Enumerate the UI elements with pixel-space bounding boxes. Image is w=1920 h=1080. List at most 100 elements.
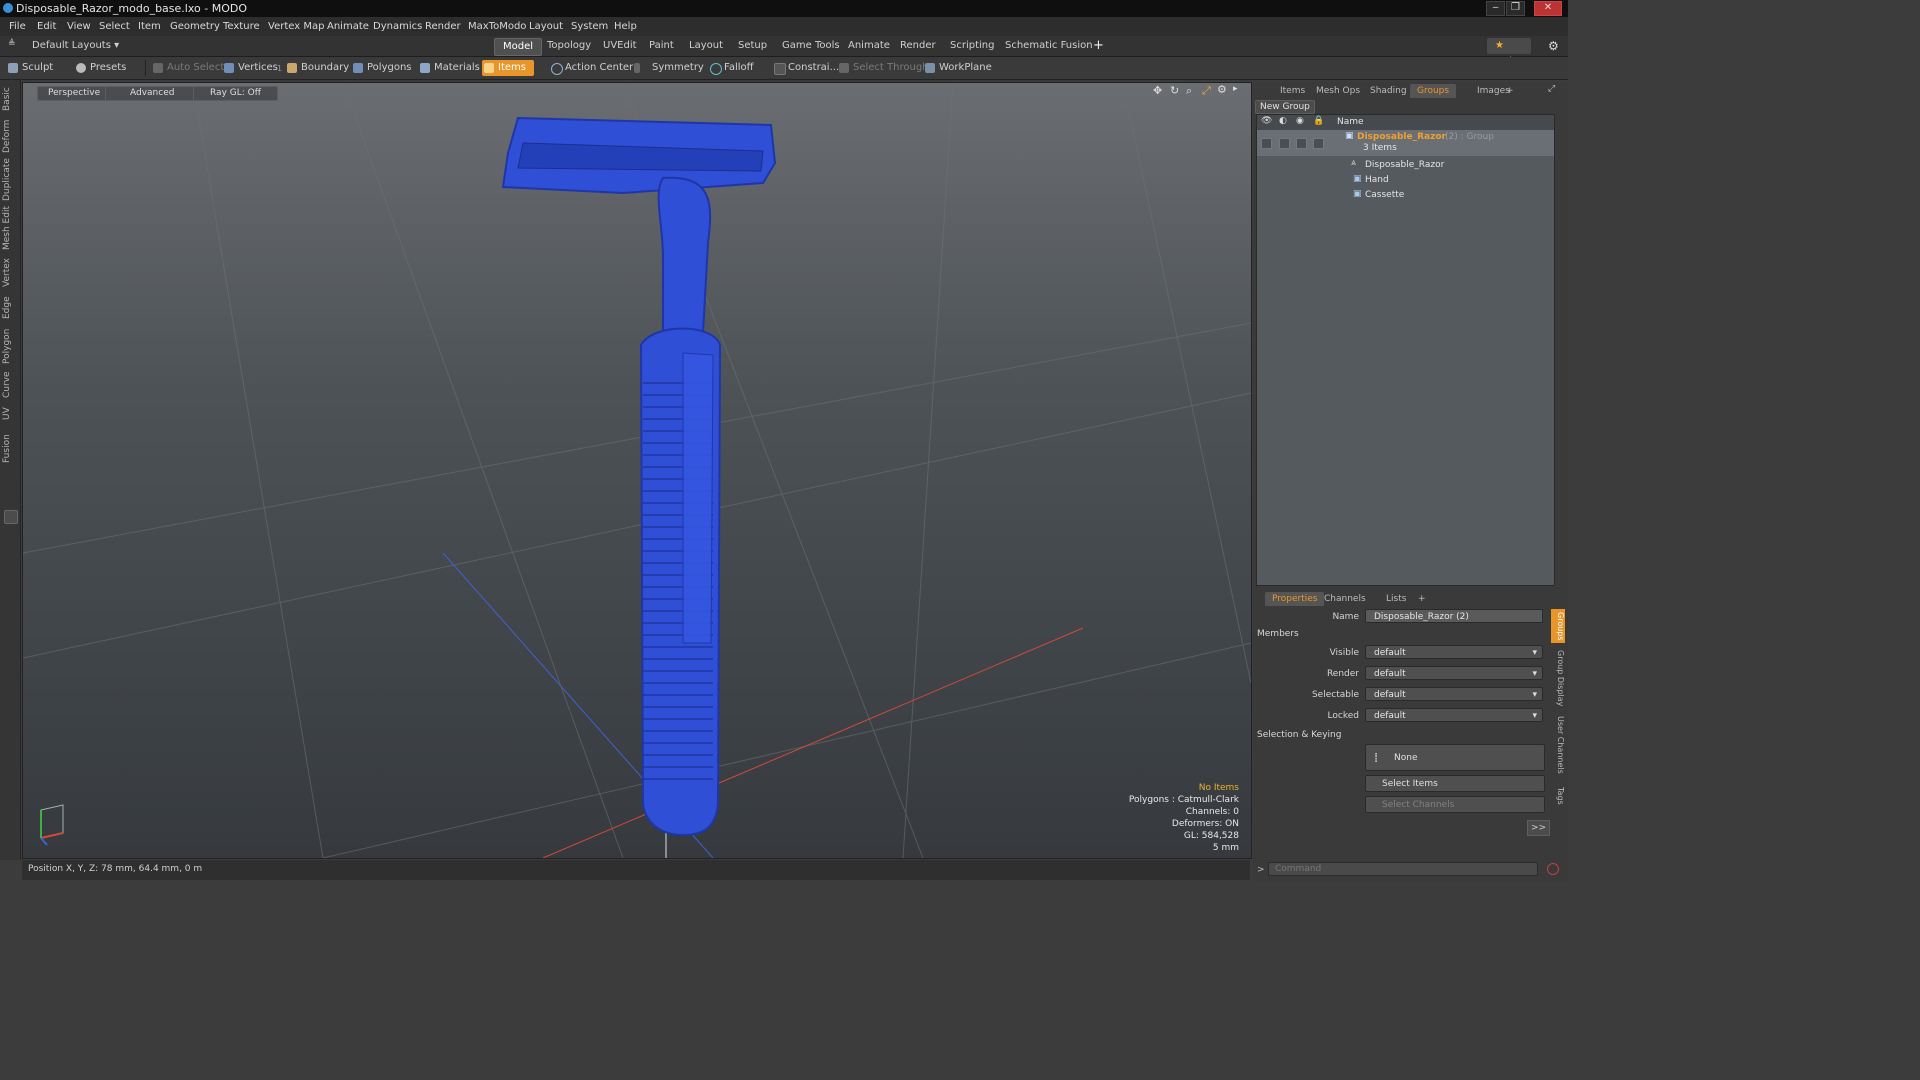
menu-geometry[interactable]: Geometry	[170, 21, 220, 32]
side-tab-user-channels[interactable]: User Channels	[1551, 714, 1565, 776]
pan-icon[interactable]: ✥	[1153, 84, 1162, 97]
menu-render[interactable]: Render	[425, 21, 461, 32]
only-button[interactable]: ★ Only	[1487, 38, 1531, 67]
presets-button[interactable]: Presets	[74, 60, 126, 76]
list-item[interactable]: ⩓ Disposable_Razor	[1257, 158, 1554, 173]
maximize-button[interactable]: ❐	[1506, 1, 1525, 16]
raygl-button[interactable]: Ray GL: Off	[193, 86, 278, 101]
layout-collapse-icon[interactable]: ≜	[8, 39, 16, 49]
falloff-button[interactable]: Falloff	[708, 60, 754, 76]
tab-layout[interactable]: Layout	[681, 38, 731, 54]
tab-paint[interactable]: Paint	[641, 38, 682, 54]
members-section[interactable]: Members	[1257, 629, 1299, 639]
advanced-button[interactable]: Advanced	[105, 86, 200, 101]
auto-select-button[interactable]: Auto Select	[151, 60, 224, 76]
left-tab-edge[interactable]: Edge	[2, 294, 18, 322]
list-item[interactable]: ▣ Hand	[1257, 173, 1554, 188]
command-input[interactable]	[1268, 862, 1538, 876]
razor-mesh[interactable]	[501, 116, 777, 837]
add-panel-tab[interactable]: +	[1499, 84, 1521, 98]
tab-game-tools[interactable]: Game Tools	[774, 38, 848, 54]
group-render-toggle[interactable]	[1279, 138, 1290, 149]
render-dropdown[interactable]: default ▾	[1365, 666, 1543, 680]
selection-keying-section[interactable]: Selection & Keying	[1257, 730, 1341, 740]
tab-items[interactable]: Items	[1273, 84, 1312, 98]
menu-dynamics[interactable]: Dynamics	[373, 21, 422, 32]
selectable-dropdown[interactable]: default ▾	[1365, 687, 1543, 701]
fit-icon[interactable]: ⤢	[1202, 84, 1211, 98]
tab-topology[interactable]: Topology	[539, 38, 599, 54]
constraints-button[interactable]: Constrai...	[772, 60, 839, 76]
tab-groups[interactable]: Groups	[1410, 84, 1457, 98]
tab-uvedit[interactable]: UVEdit	[595, 38, 645, 54]
locked-dropdown[interactable]: default ▾	[1365, 708, 1543, 722]
expand-panel-icon[interactable]: ⤢	[1548, 84, 1555, 94]
left-tab-fusion[interactable]: Fusion	[2, 432, 18, 466]
vertices-button[interactable]: Vertices	[222, 60, 278, 76]
minimize-button[interactable]: ‒	[1486, 1, 1505, 16]
left-tab-duplicate[interactable]: Duplicate	[2, 158, 18, 202]
menu-select[interactable]: Select	[99, 21, 130, 32]
group-select-toggle[interactable]	[1296, 138, 1307, 149]
materials-button[interactable]: Materials	[418, 60, 480, 76]
menu-help[interactable]: Help	[614, 21, 637, 32]
add-properties-tab[interactable]: +	[1411, 592, 1433, 606]
side-tab-tags[interactable]: Tags	[1551, 782, 1565, 810]
menu-layout[interactable]: Layout	[529, 21, 563, 32]
select-channels-button[interactable]: Select Channels	[1365, 796, 1545, 813]
tab-mesh-ops[interactable]: Mesh Ops	[1309, 84, 1367, 98]
default-layouts-dropdown[interactable]: Default Layouts ▾	[24, 38, 127, 54]
record-icon[interactable]	[1547, 863, 1559, 875]
menu-vertex-map[interactable]: Vertex Map	[268, 21, 324, 32]
tab-scripting[interactable]: Scripting	[942, 38, 1002, 54]
gear-icon[interactable]: ⚙	[1548, 39, 1559, 53]
viewport-menu-icon[interactable]: ▸	[1233, 84, 1238, 94]
menu-view[interactable]: View	[67, 21, 91, 32]
menu-file[interactable]: File	[9, 21, 26, 32]
side-tab-groups[interactable]: Groups	[1551, 609, 1565, 643]
left-tab-mesh-edit[interactable]: Mesh Edit	[2, 206, 18, 250]
left-tab-basic[interactable]: Basic	[2, 84, 18, 114]
items-button[interactable]: Items	[482, 60, 534, 76]
action-center-button[interactable]: Action Center	[549, 60, 633, 76]
group-row-selected[interactable]: ▣ Disposable_Razor (2) : Group 3 Items	[1257, 130, 1554, 156]
rotate-icon[interactable]: ↻	[1170, 84, 1179, 97]
menu-animate[interactable]: Animate	[327, 21, 369, 32]
viewport-settings-icon[interactable]: ⚙	[1217, 83, 1227, 96]
more-button[interactable]: >>	[1527, 820, 1551, 836]
new-group-button[interactable]: New Group	[1255, 100, 1315, 114]
tab-properties[interactable]: Properties	[1265, 592, 1325, 606]
tab-model[interactable]: Model	[494, 38, 543, 56]
tab-setup[interactable]: Setup	[730, 38, 775, 54]
group-lock-toggle[interactable]	[1313, 138, 1324, 149]
visible-dropdown[interactable]: default ▾	[1365, 645, 1543, 659]
menu-texture[interactable]: Texture	[223, 21, 260, 32]
add-tab-button[interactable]: +	[1085, 38, 1112, 54]
tab-channels[interactable]: Channels	[1317, 592, 1373, 606]
symmetry-button[interactable]: Symmetry	[632, 60, 704, 76]
polygons-button[interactable]: Polygons	[351, 60, 412, 76]
none-button[interactable]: ⁞ None	[1365, 744, 1545, 771]
left-tab-curve[interactable]: Curve	[2, 370, 18, 400]
menu-edit[interactable]: Edit	[37, 21, 56, 32]
perspective-button[interactable]: Perspective	[37, 86, 112, 101]
side-tab-group-display[interactable]: Group Display	[1551, 648, 1565, 708]
select-items-button[interactable]: Select Items	[1365, 775, 1545, 792]
select-through-button[interactable]: Select Through	[837, 60, 929, 76]
sculpt-button[interactable]: Sculpt	[6, 60, 53, 76]
list-item[interactable]: ▣ Cassette	[1257, 188, 1554, 203]
menu-maxtomodo[interactable]: MaxToModo	[468, 21, 526, 32]
tab-render[interactable]: Render	[892, 38, 944, 54]
left-tab-deform[interactable]: Deform	[2, 118, 18, 154]
close-button[interactable]: ✕	[1534, 1, 1562, 16]
left-tab-polygon[interactable]: Polygon	[2, 326, 18, 366]
menu-system[interactable]: System	[571, 21, 608, 32]
3d-viewport[interactable]: Perspective Advanced Ray GL: Off ✥ ↻ ⌕ ⤢…	[22, 82, 1252, 859]
workplane-button[interactable]: WorkPlane	[923, 60, 992, 76]
left-panel-toggle[interactable]	[4, 510, 18, 524]
left-tab-uv[interactable]: UV	[2, 406, 18, 422]
menu-item[interactable]: Item	[138, 21, 161, 32]
group-visible-toggle[interactable]	[1261, 138, 1272, 149]
boundary-button[interactable]: Boundary	[285, 60, 349, 76]
tab-lists[interactable]: Lists	[1379, 592, 1413, 606]
